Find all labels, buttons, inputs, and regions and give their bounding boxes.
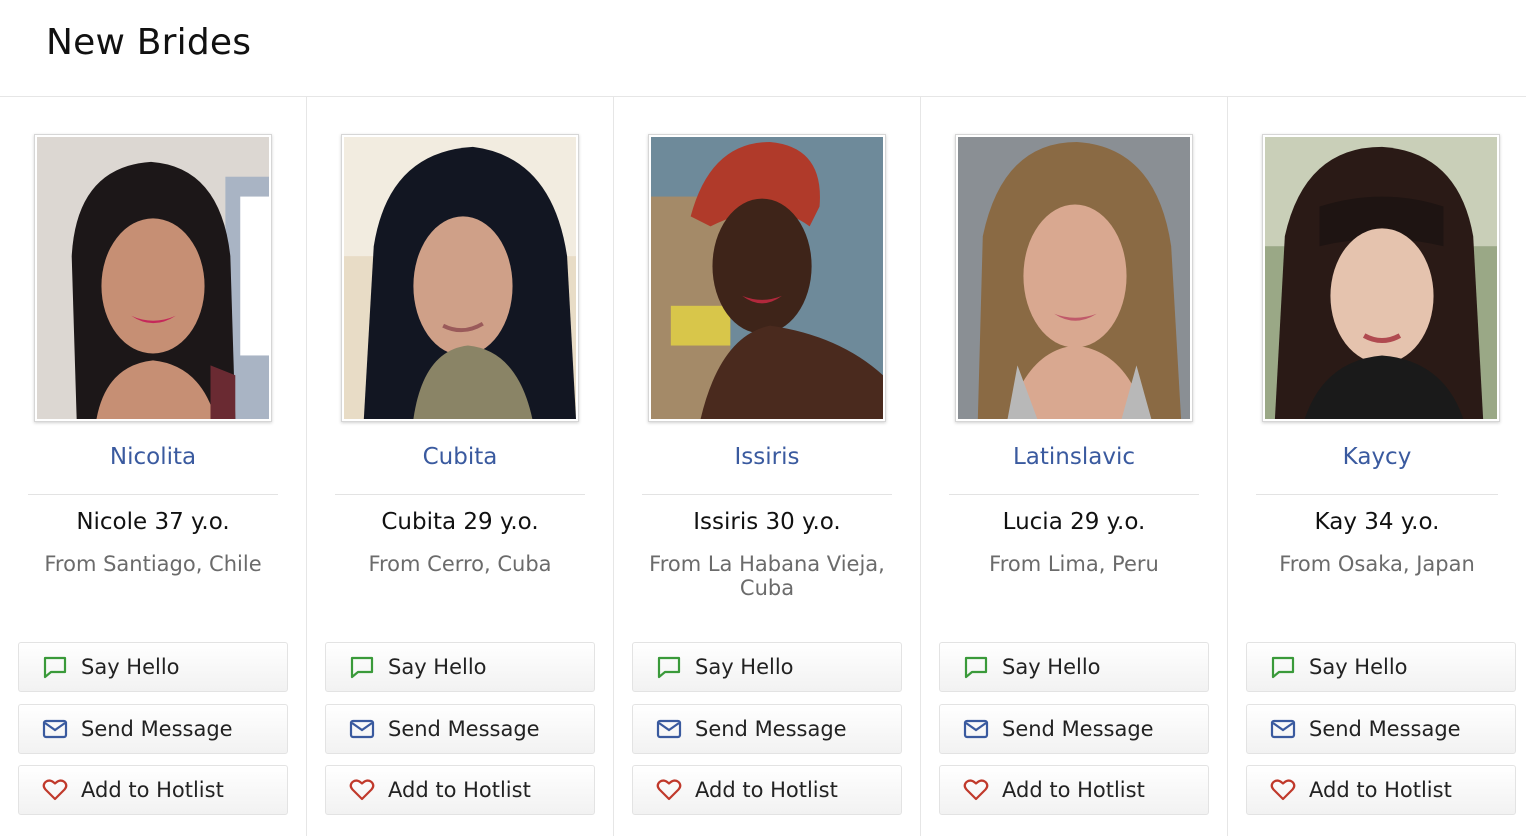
heart-icon <box>41 776 69 804</box>
profile-photo[interactable] <box>955 134 1193 422</box>
add-hotlist-button[interactable]: Add to Hotlist <box>1246 765 1516 815</box>
profile-name-age: Lucia 29 y.o. <box>1002 509 1146 535</box>
divider <box>28 494 278 495</box>
heart-icon <box>655 776 683 804</box>
say-hello-label: Say Hello <box>388 655 487 679</box>
say-hello-label: Say Hello <box>1309 655 1408 679</box>
send-message-button[interactable]: Send Message <box>939 704 1209 754</box>
add-hotlist-label: Add to Hotlist <box>1309 778 1452 802</box>
profile-photo[interactable] <box>341 134 579 422</box>
send-message-button[interactable]: Send Message <box>632 704 902 754</box>
send-message-label: Send Message <box>695 717 847 741</box>
profile-card: Kaycy Kay 34 y.o. From Osaka, Japan Say … <box>1228 97 1526 836</box>
profile-location: From Lima, Peru <box>989 552 1159 576</box>
send-message-label: Send Message <box>81 717 233 741</box>
profile-card: Nicolita Nicole 37 y.o. From Santiago, C… <box>0 97 307 836</box>
say-hello-label: Say Hello <box>1002 655 1101 679</box>
add-hotlist-label: Add to Hotlist <box>695 778 838 802</box>
send-message-button[interactable]: Send Message <box>18 704 288 754</box>
envelope-icon <box>962 715 990 743</box>
add-hotlist-button[interactable]: Add to Hotlist <box>18 765 288 815</box>
profile-name-age: Issiris 30 y.o. <box>693 509 841 535</box>
send-message-label: Send Message <box>1002 717 1154 741</box>
add-hotlist-label: Add to Hotlist <box>81 778 224 802</box>
profile-location: From Osaka, Japan <box>1279 552 1475 576</box>
divider <box>949 494 1199 495</box>
send-message-button[interactable]: Send Message <box>1246 704 1516 754</box>
say-hello-button[interactable]: Say Hello <box>1246 642 1516 692</box>
profile-username[interactable]: Latinslavic <box>921 444 1227 470</box>
profile-username[interactable]: Kaycy <box>1228 444 1526 470</box>
say-hello-label: Say Hello <box>695 655 794 679</box>
profile-username[interactable]: Issiris <box>614 444 920 470</box>
profile-name-age: Kay 34 y.o. <box>1314 509 1440 535</box>
send-message-label: Send Message <box>1309 717 1461 741</box>
profile-username[interactable]: Cubita <box>307 444 613 470</box>
profile-name-age: Cubita 29 y.o. <box>381 509 539 535</box>
heart-icon <box>1269 776 1297 804</box>
chat-bubble-icon <box>962 653 990 681</box>
profile-location: From Cerro, Cuba <box>368 552 552 576</box>
add-hotlist-label: Add to Hotlist <box>388 778 531 802</box>
chat-bubble-icon <box>655 653 683 681</box>
profile-card: Cubita Cubita 29 y.o. From Cerro, Cuba S… <box>307 97 614 836</box>
divider <box>335 494 585 495</box>
send-message-button[interactable]: Send Message <box>325 704 595 754</box>
profile-username[interactable]: Nicolita <box>0 444 306 470</box>
say-hello-button[interactable]: Say Hello <box>325 642 595 692</box>
say-hello-label: Say Hello <box>81 655 180 679</box>
envelope-icon <box>348 715 376 743</box>
profile-photo[interactable] <box>1262 134 1500 422</box>
divider <box>1256 494 1498 495</box>
add-hotlist-button[interactable]: Add to Hotlist <box>632 765 902 815</box>
chat-bubble-icon <box>1269 653 1297 681</box>
profile-card: Latinslavic Lucia 29 y.o. From Lima, Per… <box>921 97 1228 836</box>
profile-card: Issiris Issiris 30 y.o. From La Habana V… <box>614 97 921 836</box>
profile-location: From La Habana Vieja, Cuba <box>649 552 885 600</box>
section-header: New Brides <box>0 0 1526 97</box>
profile-name-age: Nicole 37 y.o. <box>76 509 230 535</box>
send-message-label: Send Message <box>388 717 540 741</box>
chat-bubble-icon <box>41 653 69 681</box>
section-title: New Brides <box>46 22 252 63</box>
profile-location: From Santiago, Chile <box>44 552 262 576</box>
say-hello-button[interactable]: Say Hello <box>632 642 902 692</box>
divider <box>642 494 892 495</box>
add-hotlist-button[interactable]: Add to Hotlist <box>325 765 595 815</box>
envelope-icon <box>655 715 683 743</box>
profile-photo[interactable] <box>34 134 272 422</box>
say-hello-button[interactable]: Say Hello <box>18 642 288 692</box>
profile-photo[interactable] <box>648 134 886 422</box>
heart-icon <box>348 776 376 804</box>
add-hotlist-button[interactable]: Add to Hotlist <box>939 765 1209 815</box>
profiles-grid: Nicolita Nicole 37 y.o. From Santiago, C… <box>0 97 1526 836</box>
chat-bubble-icon <box>348 653 376 681</box>
envelope-icon <box>41 715 69 743</box>
say-hello-button[interactable]: Say Hello <box>939 642 1209 692</box>
add-hotlist-label: Add to Hotlist <box>1002 778 1145 802</box>
heart-icon <box>962 776 990 804</box>
envelope-icon <box>1269 715 1297 743</box>
